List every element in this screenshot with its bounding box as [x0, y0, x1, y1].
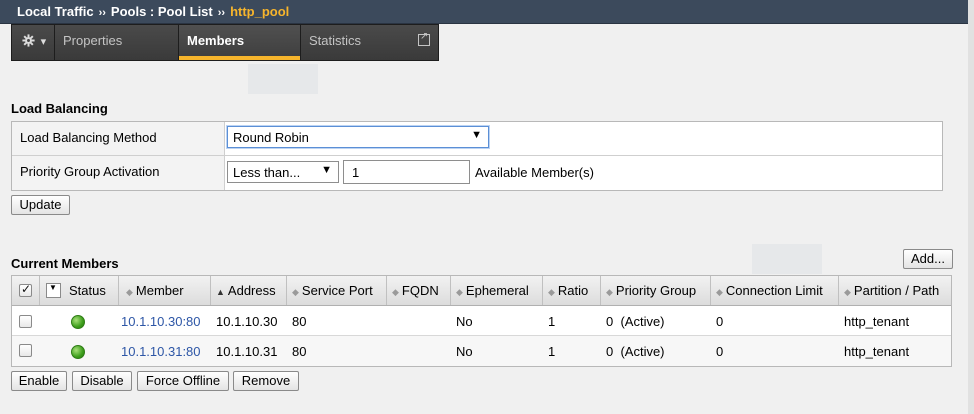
col-priority-group-label: Priority Group [615, 283, 697, 298]
select-all-checkbox[interactable] [19, 282, 32, 297]
lb-method-value: Round Robin [233, 130, 309, 145]
table-row: 10.1.10.31:80 10.1.10.31 80 No 1 0 (Acti… [12, 336, 951, 366]
ephemeral-cell: No [456, 344, 473, 359]
priority-group-cell: 0 (Active) [606, 314, 665, 329]
scrollbar[interactable] [968, 0, 974, 414]
connection-limit-cell: 0 [716, 344, 724, 359]
enable-button[interactable]: Enable [11, 371, 67, 391]
sort-icon: ◆ [292, 287, 299, 297]
gear-menu-button[interactable]: ▾ [12, 25, 55, 60]
pga-member-count-value: 1 [352, 165, 360, 180]
sort-icon: ◆ [844, 287, 851, 297]
tab-members-label: Members [187, 33, 245, 48]
col-status[interactable]: Status [40, 276, 119, 305]
ratio-cell: 1 [548, 314, 556, 329]
remove-button[interactable]: Remove [233, 371, 299, 391]
gear-icon [22, 34, 35, 47]
col-priority-group[interactable]: ◆ Priority Group [601, 276, 711, 305]
load-balancing-title: Load Balancing [11, 101, 108, 116]
chevron-down-icon: ▼ [471, 129, 482, 141]
select-all-cell [12, 276, 40, 305]
tab-strip: ▾ Properties Members Statistics [11, 24, 439, 61]
col-ratio[interactable]: ◆ Ratio [543, 276, 601, 305]
popout-icon[interactable] [418, 31, 430, 46]
background-panel [248, 64, 318, 94]
member-link[interactable]: 10.1.10.31:80 [121, 336, 201, 366]
sort-icon: ◆ [126, 287, 133, 297]
breadcrumb: Local Traffic ›› Pools : Pool List ›› http_p… [0, 0, 974, 24]
col-service-port[interactable]: ◆ Service Port [287, 276, 387, 305]
col-member[interactable]: ◆ Member [119, 276, 211, 305]
status-filter-dropdown[interactable] [46, 283, 61, 298]
chevron-down-icon: ▼ [321, 164, 332, 176]
pga-select[interactable]: Less than... ▼ [227, 161, 339, 183]
update-button[interactable]: Update [11, 195, 70, 215]
row-checkbox[interactable] [19, 315, 32, 328]
table-row: 10.1.10.30:80 10.1.10.30 80 No 1 0 (Acti… [12, 306, 951, 336]
service-port-cell: 80 [292, 314, 307, 329]
breadcrumb-separator: ›› [98, 7, 106, 19]
sort-icon: ◆ [456, 287, 463, 297]
col-fqdn[interactable]: ◆ FQDN [387, 276, 451, 305]
row-checkbox[interactable] [19, 344, 32, 357]
pga-member-count-input[interactable]: 1 [343, 160, 470, 184]
partition-path-cell: http_tenant [844, 314, 910, 329]
col-connection-limit-label: Connection Limit [725, 283, 823, 298]
tab-members[interactable]: Members [179, 25, 301, 60]
member-link[interactable]: 10.1.10.30:80 [121, 306, 201, 336]
connection-limit-cell: 0 [716, 314, 724, 329]
col-ephemeral[interactable]: ◆ Ephemeral [451, 276, 543, 305]
col-service-port-label: Service Port [301, 283, 373, 298]
sort-ascending-icon: ▲ [216, 287, 225, 297]
col-connection-limit[interactable]: ◆ Connection Limit [711, 276, 839, 305]
breadcrumb-pool-list[interactable]: Pools : Pool List [111, 4, 213, 19]
priority-group-cell: 0 (Active) [606, 344, 665, 359]
members-table-header: Status ◆Member ▲Address ◆Service Port ◆F… [12, 276, 951, 306]
breadcrumb-current: http_pool [230, 4, 290, 19]
lb-method-row: Load Balancing Method Round Robin ▼ [12, 122, 942, 156]
members-table: Status ◆Member ▲Address ◆Service Port ◆F… [11, 275, 952, 367]
status-available-icon [71, 315, 85, 329]
partition-path-cell: http_tenant [844, 344, 910, 359]
col-address-label: Address [227, 283, 276, 298]
service-port-cell: 80 [292, 344, 307, 359]
col-partition-path[interactable]: ◆ Partition / Path [839, 276, 951, 305]
pga-suffix-label: Available Member(s) [475, 165, 594, 180]
sort-icon: ◆ [606, 287, 613, 297]
tab-statistics-label: Statistics [309, 33, 362, 48]
col-address[interactable]: ▲ Address [211, 276, 287, 305]
col-status-label: Status [69, 283, 106, 298]
col-partition-path-label: Partition / Path [853, 283, 940, 298]
disable-button[interactable]: Disable [72, 371, 132, 391]
lb-method-label: Load Balancing Method [12, 122, 225, 155]
current-members-title: Current Members [11, 256, 119, 271]
status-available-icon [71, 345, 85, 359]
col-fqdn-label: FQDN [401, 283, 439, 298]
ratio-cell: 1 [548, 344, 556, 359]
address-cell: 10.1.10.31 [216, 344, 278, 359]
chevron-down-icon: ▾ [40, 36, 47, 48]
address-cell: 10.1.10.30 [216, 314, 278, 329]
force-offline-button[interactable]: Force Offline [137, 371, 229, 391]
col-ephemeral-label: Ephemeral [465, 283, 529, 298]
background-panel [752, 244, 822, 274]
ephemeral-cell: No [456, 314, 473, 329]
breadcrumb-separator: ›› [217, 7, 226, 19]
col-ratio-label: Ratio [557, 283, 589, 298]
pga-row: Priority Group Activation Less than... ▼… [12, 156, 942, 190]
lb-method-select[interactable]: Round Robin ▼ [227, 126, 489, 148]
sort-icon: ◆ [548, 287, 555, 297]
pga-label: Priority Group Activation [12, 156, 225, 190]
sort-icon: ◆ [392, 287, 399, 297]
tab-properties-label: Properties [63, 33, 123, 48]
tab-properties[interactable]: Properties [55, 25, 179, 60]
tab-statistics[interactable]: Statistics [301, 25, 438, 60]
breadcrumb-local-traffic[interactable]: Local Traffic [17, 4, 94, 19]
sort-icon: ◆ [716, 287, 723, 297]
pga-select-value: Less than... [233, 165, 301, 180]
add-member-button[interactable]: Add... [903, 249, 953, 269]
load-balancing-table: Load Balancing Method Round Robin ▼ Prio… [11, 121, 943, 191]
col-member-label: Member [135, 283, 184, 298]
